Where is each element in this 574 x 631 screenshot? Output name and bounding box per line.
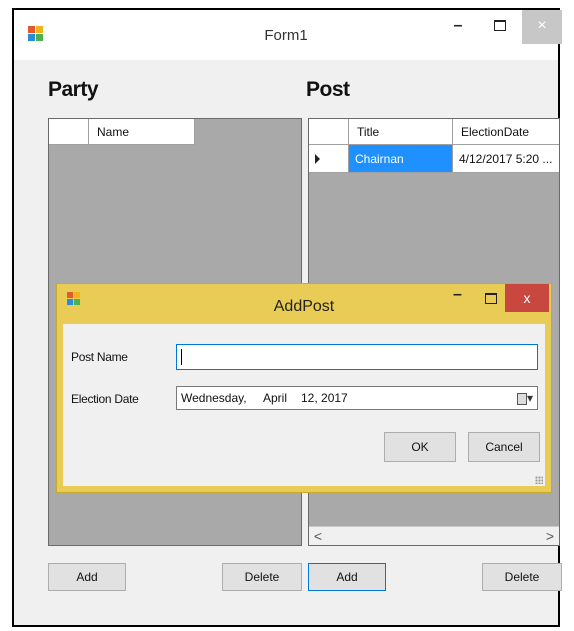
cell-title[interactable]: Chairnan [349,145,453,173]
post-name-label: Post Name [71,350,128,364]
scroll-left-icon[interactable]: < [309,527,327,545]
post-name-input[interactable] [176,344,538,370]
maximize-icon [485,293,497,305]
minimize-button[interactable]: – [438,10,478,44]
party-label: Party [48,78,99,101]
row-header-corner [49,119,89,145]
text-caret [181,349,182,365]
dialog-minimize-button[interactable]: – [453,286,462,304]
resize-grip-icon[interactable] [535,476,543,484]
cancel-button[interactable]: Cancel [468,432,540,462]
row-header[interactable] [309,145,349,173]
election-date-picker[interactable]: Wednesday, April 12, 2017 ▾ [176,386,538,410]
dialog-close-button[interactable]: x [505,284,549,312]
horizontal-scrollbar[interactable]: < > [309,526,559,545]
party-delete-button[interactable]: Delete [222,563,302,591]
table-row[interactable]: Chairnan 4/12/2017 5:20 ... [309,145,559,173]
calendar-dropdown-icon[interactable]: ▾ [516,391,533,405]
title-bar: Form1 – × [14,10,562,60]
scroll-right-icon[interactable]: > [541,527,559,545]
column-header-title[interactable]: Title [349,119,453,145]
dialog-body: Post Name Election Date Wednesday, April… [63,324,545,486]
close-button[interactable]: × [522,10,562,44]
maximize-button[interactable] [480,10,520,44]
add-post-dialog: AddPost – x Post Name Election Date Wedn… [56,283,552,493]
party-add-button[interactable]: Add [48,563,126,591]
election-date-label: Election Date [71,392,139,406]
ok-button[interactable]: OK [384,432,456,462]
dialog-title: AddPost [273,298,335,315]
post-grid-header: Title ElectionDate [309,119,559,145]
cell-election-date[interactable]: 4/12/2017 5:20 ... [453,145,559,173]
post-add-button[interactable]: Add [308,563,386,591]
date-month[interactable]: April [263,391,287,405]
row-header-corner [309,119,349,145]
party-grid-header: Name [49,119,195,145]
current-row-arrow-icon [315,154,320,164]
column-header-election-date[interactable]: ElectionDate [453,119,559,145]
post-label: Post [306,78,350,101]
date-weekday[interactable]: Wednesday, [181,391,247,405]
date-day-year[interactable]: 12, 2017 [301,391,348,405]
maximize-icon [494,20,506,32]
column-header-name[interactable]: Name [89,119,195,145]
post-delete-button[interactable]: Delete [482,563,562,591]
dialog-maximize-button[interactable] [485,290,497,308]
